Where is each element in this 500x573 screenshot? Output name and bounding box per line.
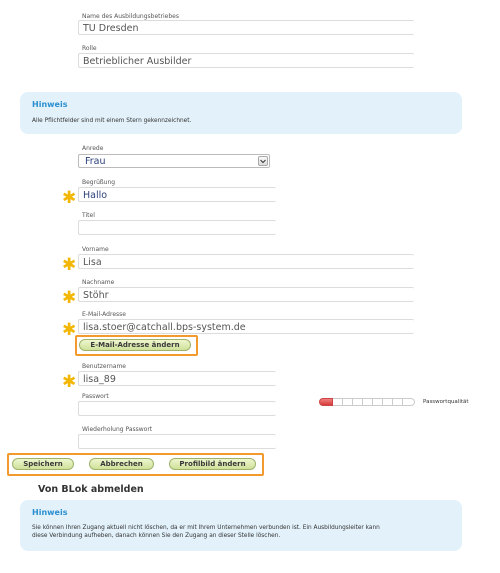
hint-title: Hinweis <box>32 100 68 109</box>
delete-account-hint-box: Hinweis Sie können Ihren Zugang aktuell … <box>20 500 462 551</box>
password-quality-bar <box>319 398 415 406</box>
hint-text: Alle Pflichtfelder sind mit einem Stern … <box>32 118 192 124</box>
star-icon: ✱ <box>62 288 77 308</box>
username-input[interactable]: lisa_89 <box>78 371 276 386</box>
password-input[interactable] <box>78 401 276 416</box>
email-input[interactable]: lisa.stoer@catchall.bps-system.de <box>78 319 414 334</box>
star-icon: ✱ <box>62 255 77 275</box>
password-repeat-input[interactable] <box>78 434 276 449</box>
password-repeat-label: Wiederholung Passwort <box>82 426 153 433</box>
company-field: TU Dresden <box>78 20 414 35</box>
salutation-value: Frau <box>85 156 106 167</box>
star-icon: ✱ <box>62 372 77 392</box>
required-hint-box: Hinweis Alle Pflichtfelder sind mit eine… <box>20 92 462 134</box>
lastname-label: Nachname <box>82 279 115 286</box>
password-label: Passwort <box>82 393 109 400</box>
salutation-select[interactable]: Frau <box>78 154 270 168</box>
password-quality-fill <box>319 398 333 406</box>
unsubscribe-heading: Von BLok abmelden <box>38 484 144 495</box>
password-quality-label: Passwortqualität <box>423 399 469 405</box>
chevron-down-icon[interactable] <box>258 156 268 166</box>
salutation-label: Anrede <box>82 145 104 152</box>
role-label: Rolle <box>82 45 97 52</box>
role-field: Betrieblicher Ausbilder <box>78 53 414 68</box>
hint-text-line-2: diese Verbindung aufheben, danach können… <box>32 533 281 539</box>
email-label: E-Mail-Adresse <box>82 311 126 318</box>
title-label: Titel <box>82 212 95 219</box>
lastname-input[interactable]: Stöhr <box>78 287 414 302</box>
greeting-label: Begrüßung <box>82 179 116 186</box>
firstname-label: Vorname <box>82 246 109 253</box>
star-icon: ✱ <box>62 188 77 208</box>
username-label: Benutzername <box>82 363 126 370</box>
save-button[interactable]: Speichern <box>12 458 74 470</box>
firstname-input[interactable]: Lisa <box>78 254 414 269</box>
company-label: Name des Ausbildungsbetriebes <box>82 13 179 20</box>
change-email-button[interactable]: E-Mail-Adresse ändern <box>79 339 191 351</box>
greeting-input[interactable]: Hallo <box>78 187 276 202</box>
cancel-button[interactable]: Abbrechen <box>89 458 154 470</box>
title-input[interactable] <box>78 220 276 235</box>
change-profile-picture-button[interactable]: Profilbild ändern <box>169 458 256 470</box>
hint-title: Hinweis <box>32 508 68 517</box>
